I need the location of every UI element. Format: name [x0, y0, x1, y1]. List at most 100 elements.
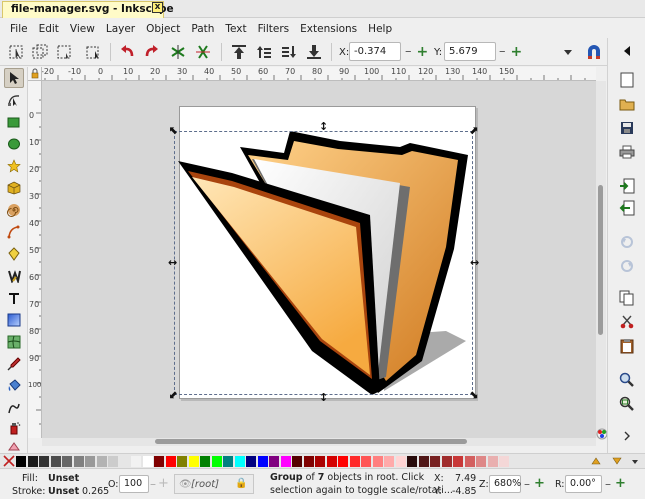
menu-extensions[interactable]: Extensions: [300, 23, 357, 35]
palette-swatch[interactable]: [73, 456, 84, 467]
y-increment-button[interactable]: +: [511, 44, 523, 60]
menu-path[interactable]: Path: [191, 23, 214, 35]
lower-icon[interactable]: [279, 42, 299, 62]
scale-handle-top-right-icon[interactable]: ⬈: [469, 125, 478, 136]
fill-value[interactable]: Unset: [48, 473, 79, 484]
menu-edit[interactable]: Edit: [39, 23, 59, 35]
select-same-icon[interactable]: [84, 42, 104, 62]
menu-object[interactable]: Object: [146, 23, 180, 35]
rotation-input[interactable]: 0.00°: [565, 475, 602, 493]
snap-magnet-icon[interactable]: [584, 42, 604, 62]
palette-swatch[interactable]: [119, 456, 130, 467]
palette-swatch[interactable]: [315, 456, 325, 467]
palette-swatch[interactable]: [430, 456, 440, 467]
palette-swatch[interactable]: [188, 456, 199, 467]
raise-icon[interactable]: [254, 42, 274, 62]
visibility-eye-icon[interactable]: 👁: [179, 479, 192, 490]
opacity-input[interactable]: 100: [119, 475, 149, 493]
palette-swatch[interactable]: [96, 456, 107, 467]
palette-swatch[interactable]: [418, 456, 429, 467]
x-increment-button[interactable]: +: [417, 44, 429, 60]
overflow-menu-icon[interactable]: [558, 42, 578, 62]
palette-swatch[interactable]: [200, 456, 210, 467]
rotation-decrement-button[interactable]: –: [605, 477, 611, 491]
x-input[interactable]: -0.374: [349, 42, 401, 61]
y-input[interactable]: 5.679: [444, 42, 496, 61]
palette-menu-icon[interactable]: [630, 457, 640, 467]
stroke-value[interactable]: Unset: [48, 486, 79, 497]
palette-swatch[interactable]: [407, 456, 417, 467]
zoom-increment-button[interactable]: +: [534, 476, 545, 491]
select-all-icon[interactable]: [6, 42, 26, 62]
palette-swatch[interactable]: [108, 456, 118, 467]
palette-swatch[interactable]: [85, 456, 95, 467]
palette-swatch[interactable]: [292, 456, 302, 467]
opacity-decrement-button[interactable]: –: [150, 477, 156, 491]
rectangle-tool-icon[interactable]: [4, 112, 24, 132]
selector-arrow-icon[interactable]: [4, 68, 24, 88]
close-icon[interactable]: x: [152, 2, 163, 13]
mesh-tool-icon[interactable]: [4, 332, 24, 352]
ellipse-tool-icon[interactable]: [4, 134, 24, 154]
rotate-cw-icon[interactable]: [142, 42, 162, 62]
palette-swatch[interactable]: [499, 456, 509, 467]
rotate-ccw-icon[interactable]: [117, 42, 137, 62]
palette-swatch[interactable]: [62, 456, 72, 467]
palette-swatch[interactable]: [349, 456, 360, 467]
scale-handle-right-icon[interactable]: ↔: [470, 257, 479, 268]
palette-swatch[interactable]: [27, 456, 38, 467]
vertical-scroll-thumb[interactable]: [598, 185, 603, 335]
palette-swatch[interactable]: [269, 456, 279, 467]
opacity-increment-button[interactable]: +: [158, 476, 169, 491]
horizontal-scroll-thumb[interactable]: [155, 439, 467, 444]
horizontal-ruler[interactable]: -20 -10 0 10 20 30 40 50 60 70 80 90 100…: [28, 67, 596, 81]
save-icon[interactable]: [617, 118, 637, 138]
new-document-icon[interactable]: [617, 70, 637, 90]
raise-to-top-icon[interactable]: [229, 42, 249, 62]
palette-swatch[interactable]: [177, 456, 187, 467]
palette-swatch[interactable]: [372, 456, 383, 467]
palette-swatch[interactable]: [384, 456, 394, 467]
collapse-panel-icon[interactable]: [617, 41, 637, 61]
vertical-ruler[interactable]: 0 10 20 30 40 50 60 70 80 90 100: [28, 81, 42, 438]
export-icon[interactable]: [617, 198, 637, 218]
vertical-scrollbar[interactable]: [596, 81, 606, 438]
scale-handle-bottom-right-icon[interactable]: ⬊: [469, 389, 478, 400]
palette-swatch[interactable]: [142, 456, 153, 467]
menu-view[interactable]: View: [70, 23, 95, 35]
palette-swatch[interactable]: [476, 456, 486, 467]
menu-help[interactable]: Help: [368, 23, 392, 35]
scale-handle-top-icon[interactable]: ↕: [319, 121, 328, 132]
document-tab[interactable]: file-manager.svg - Inkscape: [2, 1, 174, 18]
menu-layer[interactable]: Layer: [106, 23, 135, 35]
pen-tool-icon[interactable]: [4, 222, 24, 242]
horizontal-scrollbar[interactable]: [42, 438, 596, 446]
palette-swatch[interactable]: [16, 456, 26, 467]
star-tool-icon[interactable]: [4, 156, 24, 176]
palette-swatch[interactable]: [223, 456, 233, 467]
palette-swatch[interactable]: [464, 456, 475, 467]
gradient-tool-icon[interactable]: [4, 310, 24, 330]
palette-swatch[interactable]: [131, 456, 141, 467]
y-decrement-button[interactable]: –: [499, 44, 506, 59]
palette-scroll-up-icon[interactable]: [590, 455, 602, 467]
text-tool-icon[interactable]: [4, 288, 24, 308]
drawing-canvas[interactable]: ⬉ ↕ ⬈ ↔ ↔ ⬋ ↕ ⬊: [42, 81, 596, 438]
open-folder-icon[interactable]: [617, 94, 637, 114]
spray-tool-icon[interactable]: [4, 418, 24, 438]
palette-swatch[interactable]: [50, 456, 61, 467]
palette-swatch[interactable]: [234, 456, 245, 467]
print-icon[interactable]: [617, 142, 637, 162]
toolbar-overflow-icon[interactable]: [617, 426, 637, 446]
cut-icon[interactable]: [617, 312, 637, 332]
scale-handle-left-icon[interactable]: ↔: [168, 257, 177, 268]
stroke-width[interactable]: 0.265: [82, 486, 109, 497]
palette-swatch[interactable]: [280, 456, 291, 467]
scale-handle-bottom-icon[interactable]: ↕: [319, 392, 328, 403]
palette-swatch[interactable]: [39, 456, 49, 467]
menu-text[interactable]: Text: [225, 23, 246, 35]
import-icon[interactable]: [617, 176, 637, 196]
copy-icon[interactable]: [617, 288, 637, 308]
menu-file[interactable]: File: [10, 23, 28, 35]
scale-handle-top-left-icon[interactable]: ⬉: [169, 125, 178, 136]
